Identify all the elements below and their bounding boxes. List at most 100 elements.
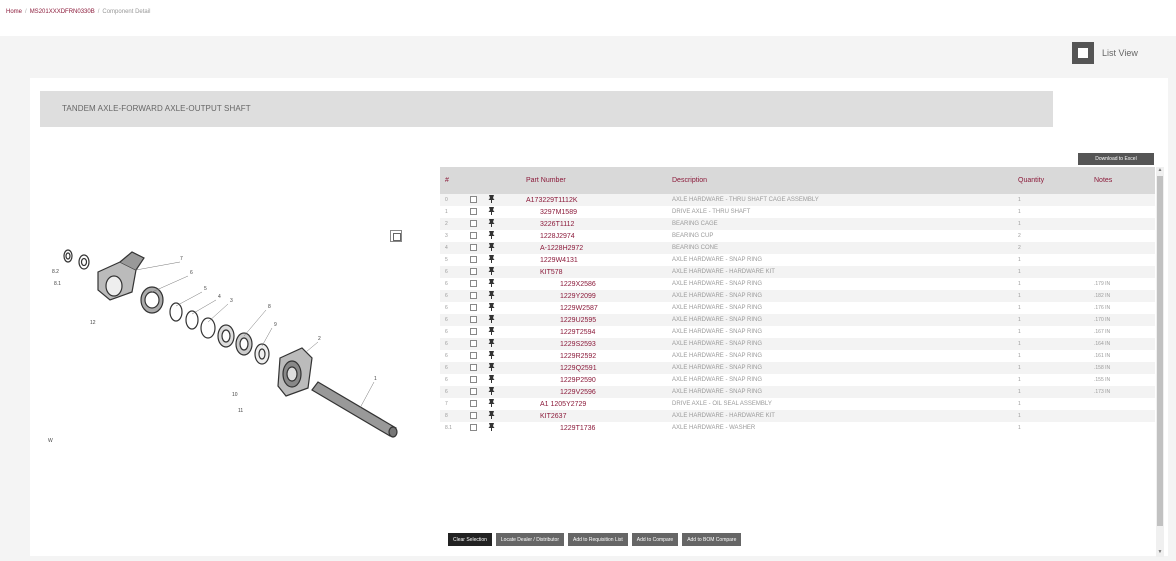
part-number-link[interactable]: 1229T2594 — [526, 326, 672, 338]
table-row[interactable]: 7 A1 1205Y2729 DRIVE AXLE - OIL SEAL ASSEM… — [440, 398, 1155, 410]
breadcrumb-model[interactable]: MS201XXXDFRN0330B — [30, 9, 95, 15]
table-row[interactable]: 6 1229W2587 AXLE HARDWARE - SNAP RING 1 .176… — [440, 302, 1155, 314]
table-row[interactable]: 6 1229Y2099 AXLE HARDWARE - SNAP RING 1 .182… — [440, 290, 1155, 302]
part-number-link[interactable]: 1228J2974 — [526, 230, 672, 242]
part-number-link[interactable]: 1229P2590 — [526, 374, 672, 386]
row-checkbox[interactable] — [470, 280, 477, 288]
download-to-excel-button[interactable]: Download to Excel — [1078, 153, 1154, 165]
row-checkbox[interactable] — [470, 388, 477, 396]
part-number-link[interactable]: 1229T1736 — [526, 422, 672, 434]
list-view-icon[interactable] — [1072, 42, 1094, 64]
table-row[interactable]: 8.1 1229T1736 AXLE HARDWARE - WASHER 1 — [440, 422, 1155, 434]
column-header-part-number[interactable]: Part Number — [526, 167, 672, 194]
column-header-number[interactable]: # — [440, 167, 470, 194]
pin-icon[interactable] — [488, 291, 495, 301]
part-number-link[interactable]: 1229Y2099 — [526, 290, 672, 302]
breadcrumb-home[interactable]: Home — [6, 9, 22, 15]
table-scrollbar[interactable]: ▲ ▼ — [1156, 167, 1164, 557]
part-number-link[interactable]: 3226T1112 — [526, 218, 672, 230]
add-to-requisition-button[interactable]: Add to Requisition List — [568, 533, 628, 546]
part-number-link[interactable]: 1229R2592 — [526, 350, 672, 362]
part-number-link[interactable]: KIT578 — [526, 266, 672, 278]
pin-icon[interactable] — [488, 207, 495, 217]
part-number-link[interactable]: KIT2637 — [526, 410, 672, 422]
column-header-notes[interactable]: Notes — [1086, 167, 1155, 194]
row-checkbox[interactable] — [470, 412, 477, 420]
pin-icon[interactable] — [488, 375, 495, 385]
table-row[interactable]: 0 A173229T1112K AXLE HARDWARE - THRU SHAFT… — [440, 194, 1155, 206]
scrollbar-thumb[interactable] — [1157, 176, 1163, 526]
part-number-link[interactable]: 1229Q2591 — [526, 362, 672, 374]
table-row[interactable]: 6 1229V2596 AXLE HARDWARE - SNAP RING 1 .173… — [440, 386, 1155, 398]
pin-icon[interactable] — [488, 255, 495, 265]
row-checkbox[interactable] — [470, 232, 477, 240]
row-checkbox[interactable] — [470, 220, 477, 228]
part-number-link[interactable]: 1229X2586 — [526, 278, 672, 290]
scroll-up-arrow-icon[interactable]: ▲ — [1156, 167, 1164, 175]
table-row[interactable]: 6 1229T2594 AXLE HARDWARE - SNAP RING 1 .167… — [440, 326, 1155, 338]
pin-icon[interactable] — [488, 267, 495, 277]
table-row[interactable]: 8 KIT2637 AXLE HARDWARE - HARDWARE KIT 1 — [440, 410, 1155, 422]
part-number-link[interactable]: A173229T1112K — [526, 194, 672, 206]
part-number-link[interactable]: 1229U2595 — [526, 314, 672, 326]
table-row[interactable]: 2 3226T1112 BEARING CAGE 1 — [440, 218, 1155, 230]
pin-icon[interactable] — [488, 327, 495, 337]
part-number-link[interactable]: 3297M1589 — [526, 206, 672, 218]
column-header-description[interactable]: Description — [672, 167, 1018, 194]
row-checkbox[interactable] — [470, 304, 477, 312]
pin-icon[interactable] — [488, 339, 495, 349]
row-checkbox[interactable] — [470, 316, 477, 324]
pin-icon[interactable] — [488, 351, 495, 361]
part-number-link[interactable]: 1229W4131 — [526, 254, 672, 266]
row-checkbox[interactable] — [470, 400, 477, 408]
table-row[interactable]: 6 KIT578 AXLE HARDWARE - HARDWARE KIT 1 — [440, 266, 1155, 278]
row-checkbox[interactable] — [470, 376, 477, 384]
pin-icon[interactable] — [488, 399, 495, 409]
row-checkbox[interactable] — [470, 256, 477, 264]
row-checkbox[interactable] — [470, 196, 477, 204]
pin-icon[interactable] — [488, 423, 495, 433]
table-row[interactable]: 6 1229R2592 AXLE HARDWARE - SNAP RING 1 .161… — [440, 350, 1155, 362]
add-to-bom-compare-button[interactable]: Add to BOM Compare — [682, 533, 742, 546]
table-row[interactable]: 3 1228J2974 BEARING CUP 2 — [440, 230, 1155, 242]
table-row[interactable]: 6 1229P2590 AXLE HARDWARE - SNAP RING 1 .155… — [440, 374, 1155, 386]
pin-icon[interactable] — [488, 195, 495, 205]
row-checkbox[interactable] — [470, 268, 477, 276]
row-checkbox[interactable] — [470, 340, 477, 348]
row-checkbox[interactable] — [470, 244, 477, 252]
row-checkbox[interactable] — [470, 352, 477, 360]
pin-icon[interactable] — [488, 387, 495, 397]
row-checkbox[interactable] — [470, 364, 477, 372]
locate-dealer-button[interactable]: Locate Dealer / Distributor — [495, 533, 564, 546]
pin-icon[interactable] — [488, 219, 495, 229]
row-checkbox[interactable] — [470, 328, 477, 336]
part-number-link[interactable]: A1 1205Y2729 — [526, 398, 672, 410]
part-number-link[interactable]: 1229S2593 — [526, 338, 672, 350]
table-row[interactable]: 6 1229U2595 AXLE HARDWARE - SNAP RING 1 .170… — [440, 314, 1155, 326]
part-number-link[interactable]: A-1228H2972 — [526, 242, 672, 254]
row-checkbox[interactable] — [470, 208, 477, 216]
pin-icon[interactable] — [488, 411, 495, 421]
add-to-compare-button[interactable]: Add to Compare — [631, 533, 679, 546]
table-row[interactable]: 6 1229S2593 AXLE HARDWARE - SNAP RING 1 .164… — [440, 338, 1155, 350]
table-row[interactable]: 5 1229W4131 AXLE HARDWARE - SNAP RING 1 — [440, 254, 1155, 266]
row-checkbox[interactable] — [470, 292, 477, 300]
row-checkbox[interactable] — [470, 424, 477, 432]
list-view-toggle[interactable]: List View — [1072, 40, 1138, 66]
table-row[interactable]: 1 3297M1589 DRIVE AXLE - THRU SHAFT 1 — [440, 206, 1155, 218]
pin-icon[interactable] — [488, 231, 495, 241]
part-number-link[interactable]: 1229V2596 — [526, 386, 672, 398]
list-view-label[interactable]: List View — [1102, 48, 1138, 58]
pin-icon[interactable] — [488, 363, 495, 373]
table-row[interactable]: 4 A-1228H2972 BEARING CONE 2 — [440, 242, 1155, 254]
part-number-link[interactable]: 1229W2587 — [526, 302, 672, 314]
clear-selection-button[interactable]: Clear Selection — [448, 533, 492, 546]
column-header-quantity[interactable]: Quantity — [1018, 167, 1086, 194]
table-row[interactable]: 6 1229X2586 AXLE HARDWARE - SNAP RING 1 .179… — [440, 278, 1155, 290]
pin-icon[interactable] — [488, 243, 495, 253]
pin-icon[interactable] — [488, 315, 495, 325]
scroll-down-arrow-icon[interactable]: ▼ — [1156, 549, 1164, 557]
table-row[interactable]: 6 1229Q2591 AXLE HARDWARE - SNAP RING 1 .158… — [440, 362, 1155, 374]
pin-icon[interactable] — [488, 303, 495, 313]
pin-icon[interactable] — [488, 279, 495, 289]
